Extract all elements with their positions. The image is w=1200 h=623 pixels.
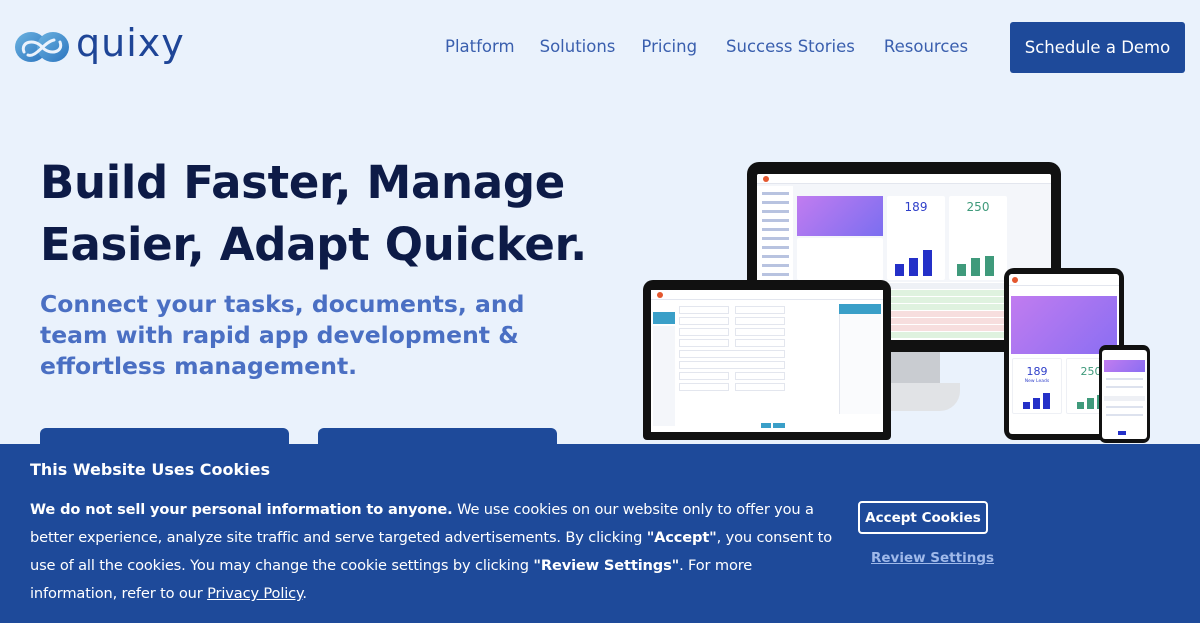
site-header: quixy Platform Solutions Pricing Success… xyxy=(0,0,1200,96)
dashboard-banner-illustration xyxy=(797,196,883,236)
sales-count: 250 xyxy=(966,200,990,214)
cookie-banner-text: We do not sell your personal information… xyxy=(30,496,840,608)
schedule-demo-button[interactable]: Schedule a Demo xyxy=(1010,22,1185,73)
hero-subtitle: Connect your tasks, documents, and team … xyxy=(40,290,525,380)
tablet-leads-label: New Leads xyxy=(1024,379,1050,384)
leads-card: 189 xyxy=(887,196,945,280)
chart-bar xyxy=(923,250,932,276)
chart-bar xyxy=(957,264,966,276)
chart-bar xyxy=(971,258,980,276)
review-settings-link[interactable]: Review Settings xyxy=(871,550,994,566)
company-logo-icon xyxy=(763,176,769,182)
save-button-mini xyxy=(761,423,771,428)
quixy-logo[interactable]: quixy xyxy=(14,21,185,66)
properties-panel xyxy=(839,314,881,414)
sales-card: 250 xyxy=(949,196,1007,280)
cookie-banner-title: This Website Uses Cookies xyxy=(30,460,271,479)
chart-bar xyxy=(985,256,994,276)
nav-resources[interactable]: Resources xyxy=(884,35,968,59)
toolbox-header xyxy=(653,312,675,324)
privacy-policy-link[interactable]: Privacy Policy xyxy=(207,585,302,602)
phone-banner xyxy=(1104,360,1145,372)
smartphone xyxy=(1099,345,1150,443)
tablet-leads-count: 189 xyxy=(1026,365,1048,378)
hero-title-line1: Build Faster, Manage xyxy=(40,156,565,209)
field-palette xyxy=(653,326,675,426)
leads-count: 189 xyxy=(904,200,928,214)
laptop-screen xyxy=(651,290,883,432)
laptop xyxy=(643,280,891,440)
hero-title-line2: Easier, Adapt Quicker. xyxy=(40,218,587,271)
device-mockup-illustration: 189 250 189 New Leads 250 xyxy=(600,150,1200,450)
cookie-text-intro: We do not sell your personal information… xyxy=(30,501,453,518)
tablet-leads-card: 189 New Leads xyxy=(1012,358,1062,414)
accept-cookies-button[interactable]: Accept Cookies xyxy=(858,501,988,534)
properties-panel-header xyxy=(839,304,881,314)
phone-submit-button xyxy=(1118,431,1126,435)
infinity-logo-icon xyxy=(15,32,69,62)
company-logo-icon xyxy=(657,292,663,298)
main-nav: Platform Solutions Pricing Success Stori… xyxy=(445,35,994,59)
app-topbar xyxy=(757,174,1051,184)
logo-wordmark: quixy xyxy=(76,21,185,65)
chart-bar xyxy=(909,258,918,276)
cookie-text-end: . xyxy=(302,585,307,602)
nav-pricing[interactable]: Pricing xyxy=(641,35,697,59)
company-logo-icon xyxy=(1012,277,1018,283)
chart-bar xyxy=(895,264,904,276)
sales-summary-card xyxy=(797,238,883,280)
publish-button-mini xyxy=(773,423,785,428)
form-builder-topbar xyxy=(651,290,883,300)
cookie-text-review-quote: "Review Settings" xyxy=(533,557,680,574)
nav-success-stories[interactable]: Success Stories xyxy=(726,35,855,59)
phone-screen xyxy=(1102,350,1147,439)
nav-platform[interactable]: Platform xyxy=(445,35,515,59)
cookie-consent-banner: This Website Uses Cookies We do not sell… xyxy=(0,444,1200,623)
cookie-text-accept-quote: "Accept" xyxy=(646,529,717,546)
hero-title: Build Faster, Manage Easier, Adapt Quick… xyxy=(40,152,620,276)
nav-solutions[interactable]: Solutions xyxy=(540,35,616,59)
